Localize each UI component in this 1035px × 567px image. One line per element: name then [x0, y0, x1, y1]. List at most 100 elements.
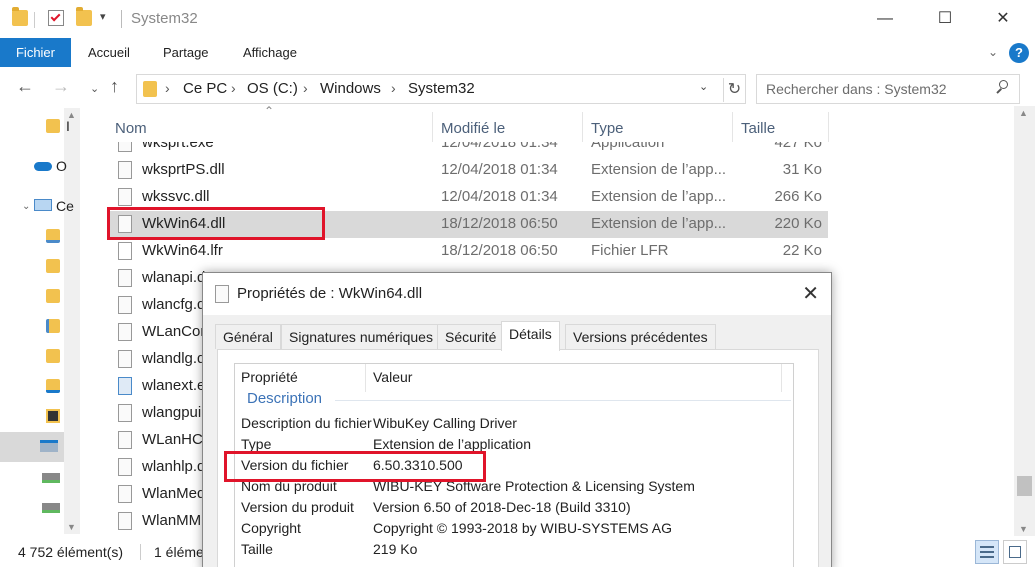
- dialog-body: Général Signatures numériques Sécurité D…: [203, 315, 831, 567]
- file-row[interactable]: WkWin64.lfr 18/12/2018 06:50 Fichier LFR…: [108, 238, 828, 265]
- file-row[interactable]: wksprt.exe 12/04/2018 01:34 Application …: [108, 142, 828, 157]
- tab-signatures[interactable]: Signatures numériques: [281, 324, 441, 349]
- refresh-icon[interactable]: ↻: [723, 78, 745, 102]
- search-icon[interactable]: [995, 80, 1009, 94]
- minimize-button[interactable]: —: [862, 4, 908, 34]
- breadcrumb-windows[interactable]: Windows: [320, 80, 381, 97]
- column-separator[interactable]: [781, 364, 782, 392]
- tab-versions[interactable]: Versions précédentes: [565, 324, 716, 349]
- column-header-modified[interactable]: Modifié le: [441, 120, 505, 137]
- up-arrow-icon[interactable]: ↑: [110, 76, 119, 97]
- properties-check-icon[interactable]: [48, 10, 64, 26]
- address-dropdown-icon[interactable]: ⌄: [699, 80, 708, 93]
- forward-arrow-icon[interactable]: →: [52, 76, 70, 97]
- pc-icon: [34, 199, 52, 211]
- detail-key: Taille: [241, 541, 273, 557]
- nav-item-pictures[interactable]: [0, 344, 80, 370]
- column-separator[interactable]: [828, 112, 829, 142]
- dll-file-icon: [118, 269, 132, 287]
- new-folder-icon[interactable]: [76, 7, 92, 26]
- downloads-folder-icon: [46, 289, 60, 303]
- file-name: WLanCon: [142, 323, 209, 340]
- nav-item-desktop[interactable]: [0, 224, 80, 250]
- file-list-scrollbar[interactable]: ▲ ▼: [1014, 106, 1035, 536]
- file-name: wlandlg.d: [142, 350, 206, 367]
- nav-item-ce-pc[interactable]: ⌄ Ce: [0, 194, 80, 220]
- column-header-value[interactable]: Valeur: [373, 369, 412, 385]
- breadcrumb-chevron-icon[interactable]: ›: [391, 80, 396, 96]
- nav-item-quick-access[interactable]: I: [0, 114, 80, 140]
- large-icons-view-icon[interactable]: [1003, 540, 1027, 564]
- tab-securite[interactable]: Sécurité: [437, 324, 505, 349]
- detail-row[interactable]: Taille 219 Ko: [235, 539, 791, 560]
- breadcrumb-os-c[interactable]: OS (C:): [247, 80, 298, 97]
- column-header-type[interactable]: Type: [591, 120, 624, 137]
- column-separator[interactable]: [365, 364, 366, 392]
- help-icon[interactable]: ?: [1009, 43, 1029, 63]
- exe-file-icon: [118, 142, 132, 152]
- column-separator[interactable]: [582, 112, 583, 142]
- column-header-size[interactable]: Taille: [741, 120, 775, 137]
- tab-details[interactable]: Détails: [501, 321, 560, 351]
- breadcrumb-chevron-icon[interactable]: ›: [231, 80, 236, 96]
- nav-item-onedrive[interactable]: O: [0, 154, 80, 180]
- file-name: wlangpui: [142, 404, 202, 421]
- search-box[interactable]: [756, 74, 1020, 104]
- search-input[interactable]: [757, 75, 987, 103]
- breadcrumb-chevron-icon[interactable]: ›: [303, 80, 308, 96]
- file-size: 427 Ko: [774, 142, 822, 151]
- tab-fichier[interactable]: Fichier: [0, 38, 71, 67]
- close-button[interactable]: ✕: [980, 4, 1026, 34]
- detail-value: 219 Ko: [373, 541, 418, 557]
- tab-accueil[interactable]: Accueil: [76, 38, 142, 67]
- scrollbar-thumb[interactable]: [1017, 476, 1032, 496]
- address-bar[interactable]: › Ce PC › OS (C:) › Windows › System32 ⌄…: [136, 74, 746, 104]
- detail-row[interactable]: Copyright Copyright © 1993-2018 by WIBU-…: [235, 518, 791, 539]
- file-name: wksprt.exe: [142, 142, 214, 151]
- ribbon-expand-icon[interactable]: ⌄: [988, 38, 998, 67]
- file-size: 266 Ko: [774, 188, 822, 205]
- detail-row[interactable]: Description du fichier WibuKey Calling D…: [235, 413, 791, 434]
- breadcrumb-chevron-icon[interactable]: ›: [165, 80, 170, 96]
- os-drive-icon: [40, 440, 58, 452]
- nav-item-os-drive[interactable]: [0, 432, 64, 462]
- detail-key: Version du produit: [241, 499, 354, 515]
- column-separator[interactable]: [432, 112, 433, 142]
- recent-locations-icon[interactable]: ⌄: [90, 82, 99, 95]
- nav-item-downloads[interactable]: [0, 284, 80, 310]
- window-title: System32: [131, 10, 198, 27]
- breadcrumb-ce-pc[interactable]: Ce PC: [183, 80, 227, 97]
- detail-row[interactable]: Version du produit Version 6.50 of 2018-…: [235, 497, 791, 518]
- nav-item-music[interactable]: [0, 314, 80, 340]
- nav-item-drive[interactable]: [0, 468, 80, 494]
- nav-item-documents[interactable]: [0, 254, 80, 280]
- chevron-down-icon[interactable]: ⌄: [22, 201, 30, 212]
- column-separator[interactable]: [732, 112, 733, 142]
- group-divider: [335, 400, 791, 401]
- downloads-arrow-icon: [46, 379, 60, 393]
- file-date: 18/12/2018 06:50: [441, 215, 558, 232]
- tab-partage[interactable]: Partage: [151, 38, 221, 67]
- quick-access-dropdown-icon[interactable]: ▾: [100, 10, 106, 23]
- nav-item-videos[interactable]: [0, 404, 80, 430]
- detail-key: Copyright: [241, 520, 301, 536]
- maximize-button[interactable]: ☐: [922, 4, 968, 34]
- back-arrow-icon[interactable]: ←: [16, 76, 34, 97]
- item-count: 4 752 élément(s): [18, 544, 124, 560]
- tab-general[interactable]: Général: [215, 324, 281, 349]
- folder-icon: [143, 81, 157, 97]
- highlight-box-file: [107, 207, 325, 240]
- column-header-property[interactable]: Propriété: [241, 369, 298, 385]
- divider: [140, 544, 141, 560]
- dialog-close-button[interactable]: ✕: [802, 281, 819, 306]
- breadcrumb-system32[interactable]: System32: [408, 80, 475, 97]
- tab-affichage[interactable]: Affichage: [231, 38, 309, 67]
- file-row[interactable]: wksprtPS.dll 12/04/2018 01:34 Extension …: [108, 157, 828, 184]
- file-size: 22 Ko: [782, 242, 822, 259]
- details-view-icon[interactable]: [975, 540, 999, 564]
- title-separator: [121, 10, 122, 28]
- sort-up-icon: ⌃: [264, 104, 275, 118]
- nav-item-drive[interactable]: [0, 498, 80, 524]
- nav-item-downloads-2[interactable]: [0, 374, 80, 400]
- column-header-name[interactable]: Nom: [115, 120, 147, 137]
